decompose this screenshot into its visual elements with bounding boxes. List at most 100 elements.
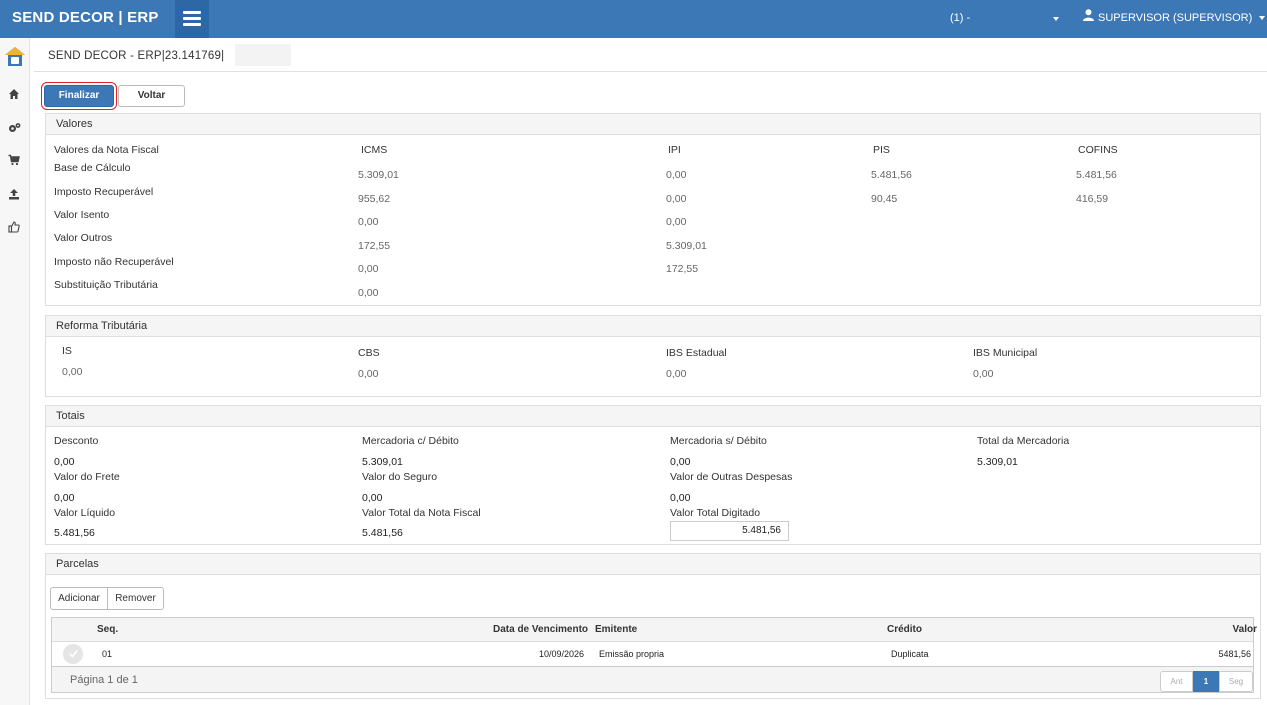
pager-next-button[interactable]: Seg: [1219, 671, 1253, 692]
imposto-recuperavel-cofins: 416,59: [1076, 193, 1109, 205]
thumbs-up-icon[interactable]: [8, 221, 22, 235]
grid-pager: Página 1 de 1 Ant 1 Seg: [51, 666, 1254, 693]
row-label-substituicao-tributaria: Substituição Tributária: [54, 279, 158, 291]
remove-parcela-button[interactable]: Remover: [107, 587, 164, 610]
logo-icon[interactable]: [4, 46, 26, 68]
chevron-down-icon[interactable]: [1053, 17, 1059, 21]
column-header-value[interactable]: Valor: [1233, 624, 1257, 635]
row-label-valor-outros: Valor Outros: [54, 232, 113, 244]
valores-row-header: Valores da Nota Fiscal: [54, 144, 159, 156]
valor-total-nota-label: Valor Total da Nota Fiscal: [362, 507, 481, 519]
valor-total-nota-value: 5.481,56: [362, 527, 403, 539]
valor-frete-value: 0,00: [54, 492, 75, 504]
reforma-value-cbs: 0,00: [358, 368, 379, 380]
valor-seguro-label: Valor do Seguro: [362, 471, 438, 483]
base-calculo-icms: 5.309,01: [358, 169, 399, 181]
page-title: SEND DECOR - ERP|23.141769|: [48, 50, 225, 62]
imposto-nao-recuperavel-ipi: 172,55: [666, 263, 699, 275]
base-calculo-cofins: 5.481,56: [1076, 169, 1117, 181]
mercadoria-s-debito-value: 0,00: [670, 456, 691, 468]
valor-outras-despesas-value: 0,00: [670, 492, 691, 504]
redacted-area: [235, 44, 291, 66]
parcelas-grid: Seq. Data de Vencimento Emitente Crédito…: [51, 617, 1257, 667]
row-label-base-calculo: Base de Cálculo: [54, 162, 131, 174]
column-header-icms: ICMS: [361, 144, 388, 156]
chevron-down-icon: [1259, 16, 1266, 21]
totais-panel: Totais Desconto 0,00 Mercadoria c/ Débit…: [45, 405, 1261, 545]
pager-prev-button[interactable]: Ant: [1160, 671, 1193, 692]
check-icon: [69, 650, 78, 658]
valor-isento-ipi: 0,00: [666, 216, 687, 228]
user-name: SUPERVISOR (SUPERVISOR): [1098, 12, 1253, 24]
parcelas-panel: Parcelas Adicionar Remover Seq. Data de …: [45, 553, 1261, 699]
valor-isento-icms: 0,00: [358, 216, 379, 228]
sidebar: [0, 38, 30, 705]
column-header-issuer[interactable]: Emitente: [595, 624, 637, 635]
top-navbar: SEND DECOR | ERP (1) - SUPERVISOR (SUPER…: [0, 0, 1267, 38]
cell-seq: 01: [102, 649, 113, 659]
imposto-nao-recuperavel-icms: 0,00: [358, 263, 379, 275]
panel-title: Totais: [46, 406, 1260, 427]
back-button[interactable]: Voltar: [118, 85, 185, 107]
panel-title: Parcelas: [46, 554, 1260, 575]
mercadoria-c-debito-label: Mercadoria c/ Débito: [362, 435, 459, 447]
valor-total-digitado-label: Valor Total Digitado: [670, 507, 761, 519]
panel-title: Reforma Tributária: [46, 316, 1260, 337]
valor-frete-label: Valor do Frete: [54, 471, 120, 483]
add-parcela-button[interactable]: Adicionar: [50, 587, 108, 610]
desconto-value: 0,00: [54, 456, 75, 468]
row-label-imposto-nao-recuperavel: Imposto não Recuperável: [54, 256, 174, 268]
table-row[interactable]: 01 10/09/2026 Emissão propria Duplicata …: [52, 642, 1253, 666]
reforma-tributaria-panel: Reforma Tributária IS 0,00 CBS 0,00 IBS …: [45, 315, 1261, 397]
cart-icon[interactable]: [8, 154, 22, 168]
gears-icon[interactable]: [8, 122, 22, 136]
pager-page-button[interactable]: 1: [1193, 671, 1219, 692]
column-header-ipi: IPI: [668, 144, 681, 156]
row-label-imposto-recuperavel: Imposto Recuperável: [54, 186, 154, 198]
valor-seguro-value: 0,00: [362, 492, 383, 504]
base-calculo-ipi: 0,00: [666, 169, 687, 181]
brand-title[interactable]: SEND DECOR | ERP: [12, 0, 159, 38]
total-mercadoria-value: 5.309,01: [977, 456, 1018, 468]
user-menu[interactable]: SUPERVISOR (SUPERVISOR): [1083, 0, 1266, 36]
valor-outros-icms: 172,55: [358, 240, 391, 252]
reforma-value-ibs-municipal: 0,00: [973, 368, 994, 380]
upload-icon[interactable]: [8, 188, 22, 202]
total-mercadoria-label: Total da Mercadoria: [977, 435, 1070, 447]
column-header-due-date[interactable]: Data de Vencimento: [493, 624, 588, 635]
valor-liquido-label: Valor Líquido: [54, 507, 116, 519]
column-header-pis: PIS: [873, 144, 890, 156]
column-header-credit[interactable]: Crédito: [887, 624, 922, 635]
reforma-value-ibs-estadual: 0,00: [666, 368, 687, 380]
row-select-toggle[interactable]: [63, 644, 83, 664]
menu-icon[interactable]: [183, 11, 201, 29]
cell-issuer: Emissão propria: [599, 649, 665, 659]
reforma-label-ibs-municipal: IBS Municipal: [973, 347, 1038, 359]
cell-value: 5481,56: [1218, 649, 1251, 659]
finalize-button[interactable]: Finalizar: [44, 85, 114, 107]
column-header-cofins: COFINS: [1078, 144, 1118, 156]
mercadoria-c-debito-value: 5.309,01: [362, 456, 403, 468]
pager-text: Página 1 de 1: [70, 674, 138, 686]
reforma-value-is: 0,00: [62, 366, 83, 378]
valor-total-digitado-input[interactable]: 5.481,56: [670, 521, 789, 541]
desconto-label: Desconto: [54, 435, 99, 447]
user-icon: [1083, 0, 1094, 36]
column-header-seq[interactable]: Seq.: [97, 624, 118, 635]
home-icon[interactable]: [8, 88, 22, 102]
mercadoria-s-debito-label: Mercadoria s/ Débito: [670, 435, 767, 447]
row-label-valor-isento: Valor Isento: [54, 209, 110, 221]
valores-panel: Valores Valores da Nota Fiscal ICMS IPI …: [45, 113, 1261, 306]
main-content: SEND DECOR - ERP|23.141769| Finalizar Vo…: [34, 38, 1267, 705]
cell-credit: Duplicata: [891, 649, 929, 659]
cell-due-date: 10/09/2026: [539, 649, 585, 659]
reforma-label-cbs: CBS: [358, 347, 380, 359]
page-header: SEND DECOR - ERP|23.141769|: [34, 38, 1267, 72]
imposto-recuperavel-icms: 955,62: [358, 193, 391, 205]
reforma-label-is: IS: [62, 345, 72, 357]
imposto-recuperavel-ipi: 0,00: [666, 193, 687, 205]
imposto-recuperavel-pis: 90,45: [871, 193, 898, 205]
company-selector[interactable]: (1) -: [950, 0, 970, 36]
panel-title: Valores: [46, 114, 1260, 135]
substituicao-tributaria-icms: 0,00: [358, 287, 379, 299]
